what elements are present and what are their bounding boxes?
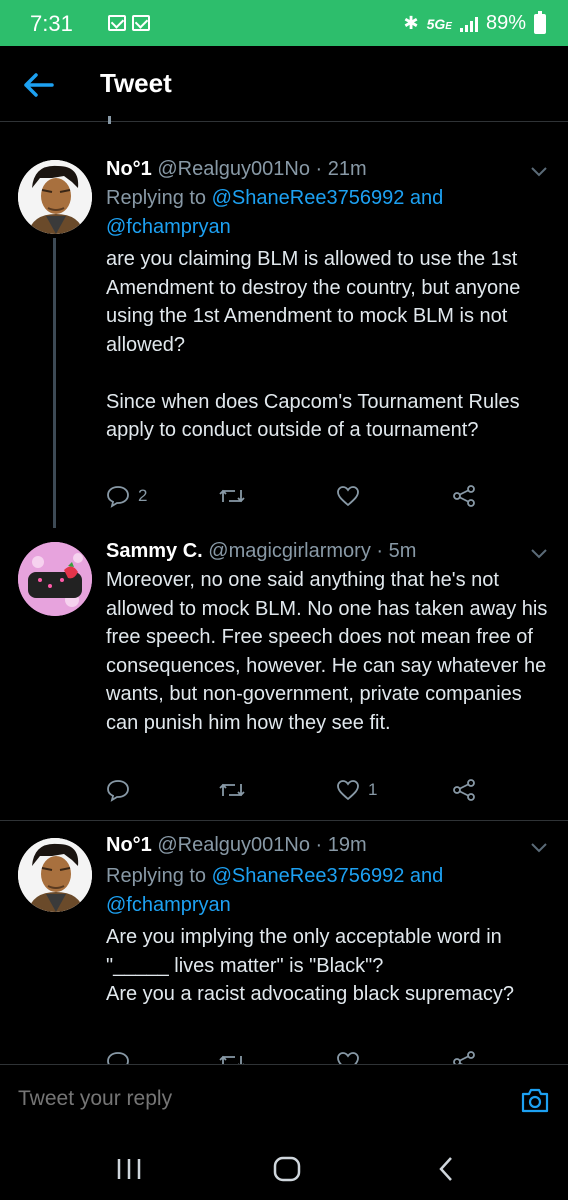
avatar[interactable] xyxy=(18,160,92,234)
tweet-actions: 1 xyxy=(106,778,546,808)
reply-button[interactable] xyxy=(106,1050,130,1064)
tweet-text: are you claiming BLM is allowed to use t… xyxy=(106,248,521,441)
signal-icon xyxy=(459,16,478,32)
thread-stub xyxy=(108,116,111,124)
chevron-down-icon[interactable] xyxy=(530,838,548,856)
heart-icon xyxy=(337,780,359,801)
back-icon[interactable] xyxy=(430,1154,464,1184)
like-button[interactable] xyxy=(336,484,360,508)
app-header: Tweet xyxy=(0,46,568,122)
tweet-time: · 19m xyxy=(315,834,367,856)
reply-button[interactable]: 2 xyxy=(106,484,147,508)
avatar[interactable] xyxy=(18,542,92,616)
reply-composer xyxy=(0,1064,568,1140)
back-arrow-icon[interactable] xyxy=(22,70,56,100)
tweet[interactable]: No°1 @Realguy001No · 19m Replying to @Sh… xyxy=(0,820,568,1064)
battery-percent: 89% xyxy=(485,12,526,34)
retweet-button[interactable] xyxy=(218,1050,246,1064)
like-button[interactable]: 1 xyxy=(336,778,377,802)
replying-to: Replying to @ShaneRee3756992 and @fchamp… xyxy=(106,865,444,916)
status-icons: ✱ 5GE 89% xyxy=(403,10,546,35)
reply-icon xyxy=(107,486,129,508)
retweet-button[interactable] xyxy=(218,778,246,802)
avatar[interactable] xyxy=(18,838,92,912)
display-name[interactable]: No°1 xyxy=(106,158,152,180)
replying-to: Replying to @ShaneRee3756992 and @fchamp… xyxy=(106,187,444,238)
tweet-header: No°1 @Realguy001No · 21m xyxy=(106,158,367,181)
camera-icon[interactable] xyxy=(520,1085,550,1115)
user-handle[interactable]: @Realguy001No xyxy=(157,834,310,856)
retweet-button[interactable] xyxy=(218,484,246,508)
mention-link[interactable]: @ShaneRee3756992 xyxy=(212,865,405,887)
share-button[interactable] xyxy=(452,778,476,802)
bluetooth-icon: ✱ xyxy=(403,13,419,33)
page-title: Tweet xyxy=(100,68,172,98)
display-name[interactable]: Sammy C. xyxy=(106,540,203,562)
share-icon xyxy=(453,779,475,801)
tweet[interactable]: No°1 @Realguy001No · 21m Replying to @Sh… xyxy=(0,142,568,528)
thread-line xyxy=(53,238,56,528)
home-icon[interactable] xyxy=(270,1154,304,1184)
tweet-text: Moreover, no one said anything that he's… xyxy=(106,569,553,734)
reply-input[interactable] xyxy=(18,1087,458,1111)
retweet-icon xyxy=(219,489,245,503)
reply-button[interactable] xyxy=(106,778,138,802)
mail-notification-icon xyxy=(108,15,126,31)
tweet-time: · 5m xyxy=(376,540,417,562)
like-button[interactable] xyxy=(336,1050,360,1064)
system-nav-bar xyxy=(0,1140,568,1200)
recent-apps-icon[interactable] xyxy=(112,1154,146,1184)
tweet-header: No°1 @Realguy001No · 19m xyxy=(106,834,367,857)
retweet-icon xyxy=(219,783,245,797)
reply-icon xyxy=(107,1052,129,1064)
tweet-actions xyxy=(106,1050,546,1064)
reply-count: 2 xyxy=(138,486,148,505)
chevron-down-icon[interactable] xyxy=(530,544,548,562)
battery-icon xyxy=(534,10,546,34)
tweet[interactable]: Sammy C. @magicgirlarmory · 5m Moreover,… xyxy=(0,522,568,818)
chevron-down-icon[interactable] xyxy=(530,162,548,180)
heart-icon xyxy=(337,1052,359,1064)
reply-icon xyxy=(107,780,129,802)
status-bar: 7:31 ✱ 5GE 89% xyxy=(0,0,568,46)
mention-link[interactable]: @ShaneRee3756992 xyxy=(212,187,405,209)
share-icon xyxy=(453,1051,475,1064)
like-count: 1 xyxy=(368,780,378,799)
share-icon xyxy=(453,485,475,507)
mention-link[interactable]: @fchampryan xyxy=(106,216,231,238)
share-button[interactable] xyxy=(452,1050,476,1064)
status-time: 7:31 xyxy=(30,11,73,36)
heart-icon xyxy=(337,486,359,507)
display-name[interactable]: No°1 xyxy=(106,834,152,856)
retweet-icon xyxy=(219,1055,244,1064)
user-handle[interactable]: @magicgirlarmory xyxy=(208,540,371,562)
tweet-text: Are you implying the only acceptable wor… xyxy=(106,926,514,1005)
mail-notification-icon xyxy=(132,15,150,31)
tweet-header: Sammy C. @magicgirlarmory · 5m xyxy=(106,540,416,563)
mention-link[interactable]: @fchampryan xyxy=(106,894,231,916)
tweet-actions: 2 xyxy=(106,484,546,514)
share-button[interactable] xyxy=(452,484,476,508)
network-indicator: 5GE xyxy=(426,15,452,32)
tweet-time: · 21m xyxy=(315,158,367,180)
user-handle[interactable]: @Realguy001No xyxy=(157,158,310,180)
